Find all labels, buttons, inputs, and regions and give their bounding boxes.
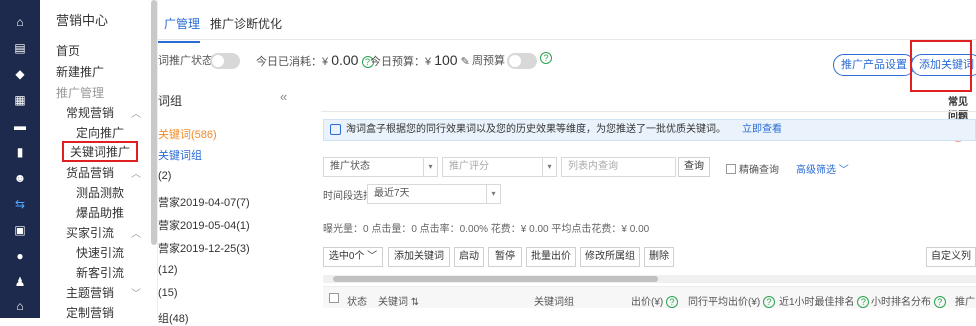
message-icon[interactable]: ▬ bbox=[12, 118, 28, 134]
table-header: 状态 关键词 ⇅ 关键词组 出价(¥) ? 同行平均出价(¥) ? 近1小时最佳… bbox=[323, 286, 976, 308]
status-label: 词推广状态: bbox=[158, 55, 217, 67]
nav-item-home[interactable]: 首页 bbox=[56, 42, 80, 59]
nav-item-targeted[interactable]: 定向推广 bbox=[76, 124, 124, 141]
stats-summary: 曝光量：0 点击量：0 点击率：0.00% 花费：¥ 0.00 平均点击花费：¥… bbox=[323, 224, 650, 235]
nav-title: 营销中心 bbox=[56, 13, 109, 28]
clipboard-icon[interactable]: ▣ bbox=[12, 222, 28, 238]
col-hour-rank: 小时排名分布 ? bbox=[871, 293, 946, 308]
chart-icon[interactable]: ▮ bbox=[12, 144, 28, 160]
grid-icon[interactable]: ▦ bbox=[12, 92, 28, 108]
exact-search-checkbox[interactable]: 精确查询 bbox=[726, 161, 779, 176]
rating-select[interactable]: 推广评分 ▾ bbox=[442, 157, 557, 177]
period-select[interactable]: 最近7天 ▾ bbox=[367, 184, 501, 204]
store-icon[interactable]: ▤ bbox=[12, 40, 28, 56]
nav-group-buyer[interactable]: 买家引流 bbox=[66, 224, 114, 241]
budget-label: 今日预算：¥ 100 ✎ bbox=[370, 52, 470, 68]
nav-item-new-promotion[interactable]: 新建推广 bbox=[56, 63, 104, 80]
scroll-thumb[interactable] bbox=[333, 276, 658, 282]
batch-bid-button[interactable]: 批量出价 bbox=[526, 247, 576, 267]
nav-item-boost[interactable]: 爆品助推 bbox=[76, 204, 124, 221]
nav-item-new-customer[interactable]: 新客引流 bbox=[76, 264, 124, 281]
nav-group-product[interactable]: 货品营销 bbox=[66, 164, 114, 181]
tab-promotion-management[interactable]: 广管理 bbox=[157, 15, 201, 43]
start-button[interactable]: 启动 bbox=[454, 247, 484, 267]
custom-columns-button[interactable]: 自定义列 bbox=[926, 247, 976, 267]
select-all-checkbox[interactable] bbox=[329, 293, 342, 305]
table-scrollbar[interactable] bbox=[323, 275, 976, 283]
selected-count-dropdown[interactable]: 选中0个 ﹀ bbox=[323, 247, 383, 267]
home-icon[interactable]: ⌂ bbox=[12, 14, 28, 30]
group-item[interactable]: 营家2019-12-25(3) bbox=[158, 240, 250, 256]
add-keyword-toolbar-button[interactable]: 添加关键词 bbox=[388, 247, 450, 267]
collapse-icon[interactable]: « bbox=[280, 89, 287, 104]
highlight-box bbox=[910, 40, 972, 92]
delete-button[interactable]: 删除 bbox=[644, 247, 674, 267]
change-group-button[interactable]: 修改所属组 bbox=[580, 247, 640, 267]
col-keyword-group: 关键词组 bbox=[534, 297, 574, 308]
tab-diagnosis[interactable]: 推广诊断优化 bbox=[210, 15, 282, 32]
shield-icon[interactable]: ◆ bbox=[12, 66, 28, 82]
group-item-all[interactable]: 关键词(586) bbox=[158, 126, 217, 142]
col-avg-bid: 同行平均出价(¥) ? bbox=[688, 293, 776, 308]
person-icon[interactable]: ♟ bbox=[12, 274, 28, 290]
nav-item-theme[interactable]: 主题营销 bbox=[66, 284, 114, 301]
box-icon bbox=[330, 124, 341, 135]
spent-label: 今日已消耗：¥ 0.00 ? bbox=[256, 52, 374, 69]
sidebar-scrollbar[interactable] bbox=[151, 0, 157, 245]
marketing-icon[interactable]: ⇆ bbox=[12, 196, 28, 212]
period-label: 时间段选择 bbox=[323, 191, 373, 202]
notice-text: 淘词盒子根据您的同行效果词以及您的历史效果等维度，为您推送了一批优质关键词。 bbox=[346, 124, 726, 135]
advanced-filter-link[interactable]: 高级筛选 ﹀ bbox=[796, 161, 849, 176]
nav-group-regular[interactable]: 常规营销 bbox=[66, 104, 114, 121]
group-item[interactable]: 组(48) bbox=[158, 310, 189, 326]
main-content: 广管理 推广诊断优化 词推广状态: 今日已消耗：¥ 0.00 ? 今日预算：¥ … bbox=[157, 0, 976, 325]
chevron-up-icon[interactable]: ︿ bbox=[131, 165, 141, 180]
chevron-down-icon[interactable]: ﹀ bbox=[131, 285, 141, 300]
tab-bar: 广管理 推广诊断优化 bbox=[157, 0, 976, 43]
nav-item-test[interactable]: 测品测款 bbox=[76, 184, 124, 201]
sidebar-nav: 营销中心 首页 新建推广 推广管理 常规营销 ︿ 定向推广 关键词推广 货品营销… bbox=[40, 0, 158, 321]
col-keyword[interactable]: 关键词 ⇅ bbox=[378, 293, 419, 308]
col-bid: 出价(¥) ? bbox=[631, 293, 679, 308]
budget-value: 100 bbox=[434, 52, 458, 68]
group-item[interactable]: 营家2019-05-04(1) bbox=[158, 217, 250, 233]
users-icon[interactable]: ☻ bbox=[12, 170, 28, 186]
pause-button[interactable]: 暂停 bbox=[488, 247, 522, 267]
spent-value: 0.00 bbox=[331, 52, 359, 68]
status-toggle[interactable] bbox=[210, 53, 240, 69]
chevron-down-icon: ▾ bbox=[486, 185, 500, 203]
col-promotion: 推广 bbox=[955, 297, 975, 308]
chevron-down-icon: ▾ bbox=[542, 158, 556, 176]
search-button[interactable]: 查询 bbox=[678, 157, 710, 177]
bank-icon[interactable]: ⌂ bbox=[12, 298, 28, 314]
col-best-rank: 近1小时最佳排名 ? bbox=[779, 293, 870, 308]
search-input[interactable]: 列表内查询 bbox=[561, 157, 676, 177]
chevron-down-icon: ▾ bbox=[423, 158, 437, 176]
chevron-up-icon[interactable]: ︿ bbox=[131, 105, 141, 120]
nav-item-keyword-promotion[interactable]: 关键词推广 bbox=[62, 141, 139, 162]
help-icon[interactable]: ? bbox=[540, 52, 552, 64]
group-item[interactable]: (15) bbox=[158, 287, 178, 299]
view-now-link[interactable]: 立即查看 bbox=[742, 124, 782, 135]
icon-rail: ⌂ ▤ ◆ ▦ ▬ ▮ ☻ ⇆ ▣ ● ♟ ⌂ bbox=[0, 0, 40, 318]
col-status: 状态 bbox=[347, 297, 367, 308]
notice-banner: 淘词盒子根据您的同行效果词以及您的历史效果等维度，为您推送了一批优质关键词。 立即… bbox=[323, 119, 976, 141]
group-item[interactable]: (2) bbox=[158, 170, 171, 182]
nav-section-promotion-management: 推广管理 bbox=[56, 86, 105, 100]
nav-item-quick-traffic[interactable]: 快速引流 bbox=[76, 244, 124, 261]
group-item[interactable]: 营家2019-04-07(7) bbox=[158, 194, 250, 210]
nav-item-custom[interactable]: 定制营销 bbox=[66, 304, 114, 321]
group-header: 词组 bbox=[158, 94, 183, 108]
edit-icon[interactable]: ✎ bbox=[461, 56, 470, 68]
group-item-keyword-group[interactable]: 关键词组 bbox=[158, 147, 202, 163]
globe-icon[interactable]: ● bbox=[12, 248, 28, 264]
weekly-toggle[interactable] bbox=[507, 53, 537, 69]
group-item[interactable]: (12) bbox=[158, 264, 178, 276]
status-select[interactable]: 推广状态 ▾ bbox=[323, 157, 438, 177]
product-settings-button[interactable]: 推广产品设置 bbox=[833, 54, 915, 76]
chevron-up-icon[interactable]: ︿ bbox=[131, 225, 141, 240]
weekly-label: 周预算 bbox=[472, 55, 505, 67]
